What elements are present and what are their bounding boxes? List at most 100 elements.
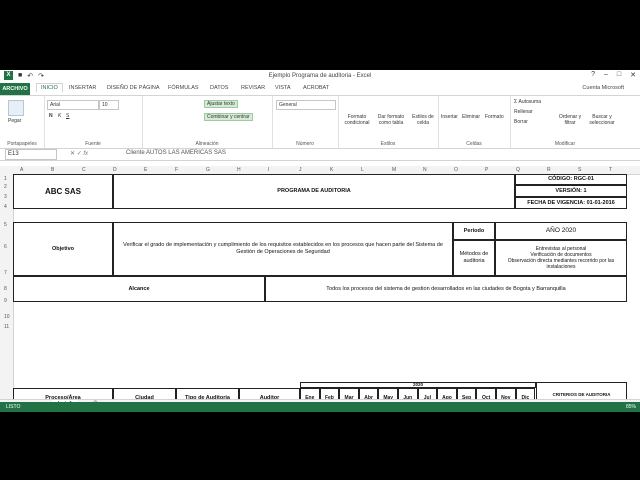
tab-file[interactable]: ARCHIVO (0, 83, 30, 95)
tab-review[interactable]: REVISAR (241, 85, 265, 91)
column-header[interactable]: P (485, 167, 488, 173)
row-header[interactable]: 11 (4, 324, 9, 330)
zoom-level[interactable]: 85% (626, 404, 636, 410)
column-header[interactable]: Q (516, 167, 520, 173)
header-city[interactable]: Ciudad (113, 388, 176, 399)
tab-formulas[interactable]: FÓRMULAS (168, 85, 199, 91)
scope-label-cell[interactable]: Alcance (13, 276, 265, 302)
row-header[interactable]: 5 (4, 222, 7, 228)
program-title-cell[interactable]: PROGRAMA DE AUDITORIA (113, 174, 515, 209)
month-header-mar[interactable]: Mar (339, 388, 359, 399)
row-header[interactable]: 10 (4, 314, 10, 320)
month-header-ene[interactable]: Ene (300, 388, 320, 399)
column-header[interactable]: D (113, 167, 117, 173)
objective-text-cell[interactable]: Verificar el grado de implementación y c… (113, 222, 453, 276)
column-header[interactable]: M (392, 167, 396, 173)
maximize-icon[interactable]: □ (617, 71, 621, 79)
row-header[interactable]: 6 (4, 244, 7, 250)
version-cell[interactable]: VERSIÓN: 1 (515, 185, 627, 197)
header-process[interactable]: Proceso/Área (13, 388, 113, 399)
tab-home[interactable]: INICIO (36, 83, 63, 92)
help-icon[interactable]: ? (591, 71, 595, 79)
month-header-abr[interactable]: Abr (358, 388, 379, 399)
fx-icon[interactable]: ✕ ✓ fx (70, 150, 88, 157)
merge-center-button[interactable]: Combinar y centrar (204, 113, 253, 121)
month-header-nov[interactable]: Nov (496, 388, 516, 399)
find-select-button[interactable]: Buscar y seleccionar (586, 114, 618, 126)
effective-date-cell[interactable]: FECHA DE VIGENCIA: 01-01-2016 (515, 197, 627, 209)
minimize-icon[interactable]: – (604, 71, 608, 79)
tab-acrobat[interactable]: ACROBAT (303, 85, 329, 91)
autosum-button[interactable]: Σ Autosuma (514, 99, 541, 105)
tab-insert[interactable]: INSERTAR (69, 85, 96, 91)
month-header-may[interactable]: May (378, 388, 398, 399)
objective-label-cell[interactable]: Objetivo (13, 222, 113, 276)
tab-page-layout[interactable]: DISEÑO DE PÁGINA (107, 85, 160, 91)
column-header[interactable]: H (237, 167, 241, 173)
month-header-jul[interactable]: Jul (417, 388, 438, 399)
conditional-format-button[interactable]: Formato condicional (342, 114, 372, 126)
header-criteria[interactable]: CRITERIOS DE AUDITORIA (536, 382, 627, 399)
month-header-jun[interactable]: Jun (398, 388, 418, 399)
month-header-feb[interactable]: Feb (319, 388, 340, 399)
column-header[interactable]: S (578, 167, 581, 173)
formula-input[interactable]: Cliente AUTOS LAS AMERICAS SAS (126, 150, 226, 156)
close-icon[interactable]: ✕ (630, 71, 636, 79)
period-label-cell[interactable]: Periodo (453, 222, 495, 240)
sort-filter-button[interactable]: Ordenar y filtrar (556, 114, 584, 126)
column-header[interactable]: O (454, 167, 458, 173)
italic-button[interactable]: K (58, 113, 61, 119)
fill-button[interactable]: Rellenar (514, 109, 533, 115)
column-header[interactable]: L (361, 167, 364, 173)
underline-button[interactable]: S (66, 113, 69, 119)
year-cell[interactable]: AÑO 2020 (495, 222, 627, 240)
column-header[interactable]: J (299, 167, 302, 173)
row-header[interactable]: 8 (4, 286, 7, 292)
month-header-sep[interactable]: Sep (456, 388, 477, 399)
scope-text-cell[interactable]: Todos los procesos del sistema de gestio… (265, 276, 627, 302)
column-header[interactable]: F (175, 167, 178, 173)
month-header-ago[interactable]: Ago (437, 388, 457, 399)
wrap-text-button[interactable]: Ajustar texto (204, 100, 238, 108)
font-size-select[interactable]: 10 (99, 100, 119, 110)
column-header[interactable]: K (330, 167, 333, 173)
company-name-cell[interactable]: ABC SAS (13, 174, 113, 209)
column-header[interactable]: T (609, 167, 612, 173)
format-as-table-button[interactable]: Dar formato como tabla (374, 114, 408, 126)
paste-button[interactable] (8, 100, 24, 118)
column-header[interactable]: G (206, 167, 210, 173)
methods-cell[interactable]: Entrevistas al personal Verificación de … (495, 240, 627, 276)
methods-label-cell[interactable]: Métodos de auditoria (453, 240, 495, 276)
row-header[interactable]: 7 (4, 270, 7, 276)
bold-button[interactable]: N (49, 113, 53, 119)
row-header[interactable]: 4 (4, 204, 7, 210)
clear-button[interactable]: Borrar (514, 119, 528, 125)
name-box[interactable]: E13 (5, 149, 57, 160)
column-header[interactable]: A (20, 167, 23, 173)
header-auditor[interactable]: Auditor (239, 388, 300, 399)
column-header[interactable]: E (144, 167, 147, 173)
row-header[interactable]: 3 (4, 194, 7, 200)
column-header[interactable]: C (82, 167, 86, 173)
format-cells-button[interactable]: Formato (485, 114, 504, 120)
cell-styles-button[interactable]: Estilos de celda (410, 114, 436, 126)
month-header-oct[interactable]: Oct (476, 388, 496, 399)
row-header[interactable]: 9 (4, 298, 7, 304)
worksheet[interactable]: ABC SAS PROGRAMA DE AUDITORIA CÓDIGO: RG… (13, 174, 640, 399)
row-header[interactable]: 2 (4, 184, 7, 190)
month-header-dic[interactable]: Dic (515, 388, 536, 399)
column-header[interactable]: R (547, 167, 551, 173)
insert-cells-button[interactable]: Insertar (441, 114, 458, 120)
row-header[interactable]: 1 (4, 176, 7, 182)
delete-cells-button[interactable]: Eliminar (462, 114, 480, 120)
account-name[interactable]: Cuenta Microsoft (582, 85, 624, 91)
number-format-select[interactable]: General (276, 100, 336, 110)
header-type[interactable]: Tipo de Auditoria (176, 388, 239, 399)
tab-data[interactable]: DATOS (210, 85, 228, 91)
font-name-select[interactable]: Arial (47, 100, 99, 110)
tab-view[interactable]: VISTA (275, 85, 291, 91)
column-header[interactable]: N (423, 167, 427, 173)
column-header[interactable]: I (268, 167, 269, 173)
code-cell[interactable]: CÓDIGO: RGC-01 (515, 174, 627, 185)
column-header[interactable]: B (51, 167, 54, 173)
